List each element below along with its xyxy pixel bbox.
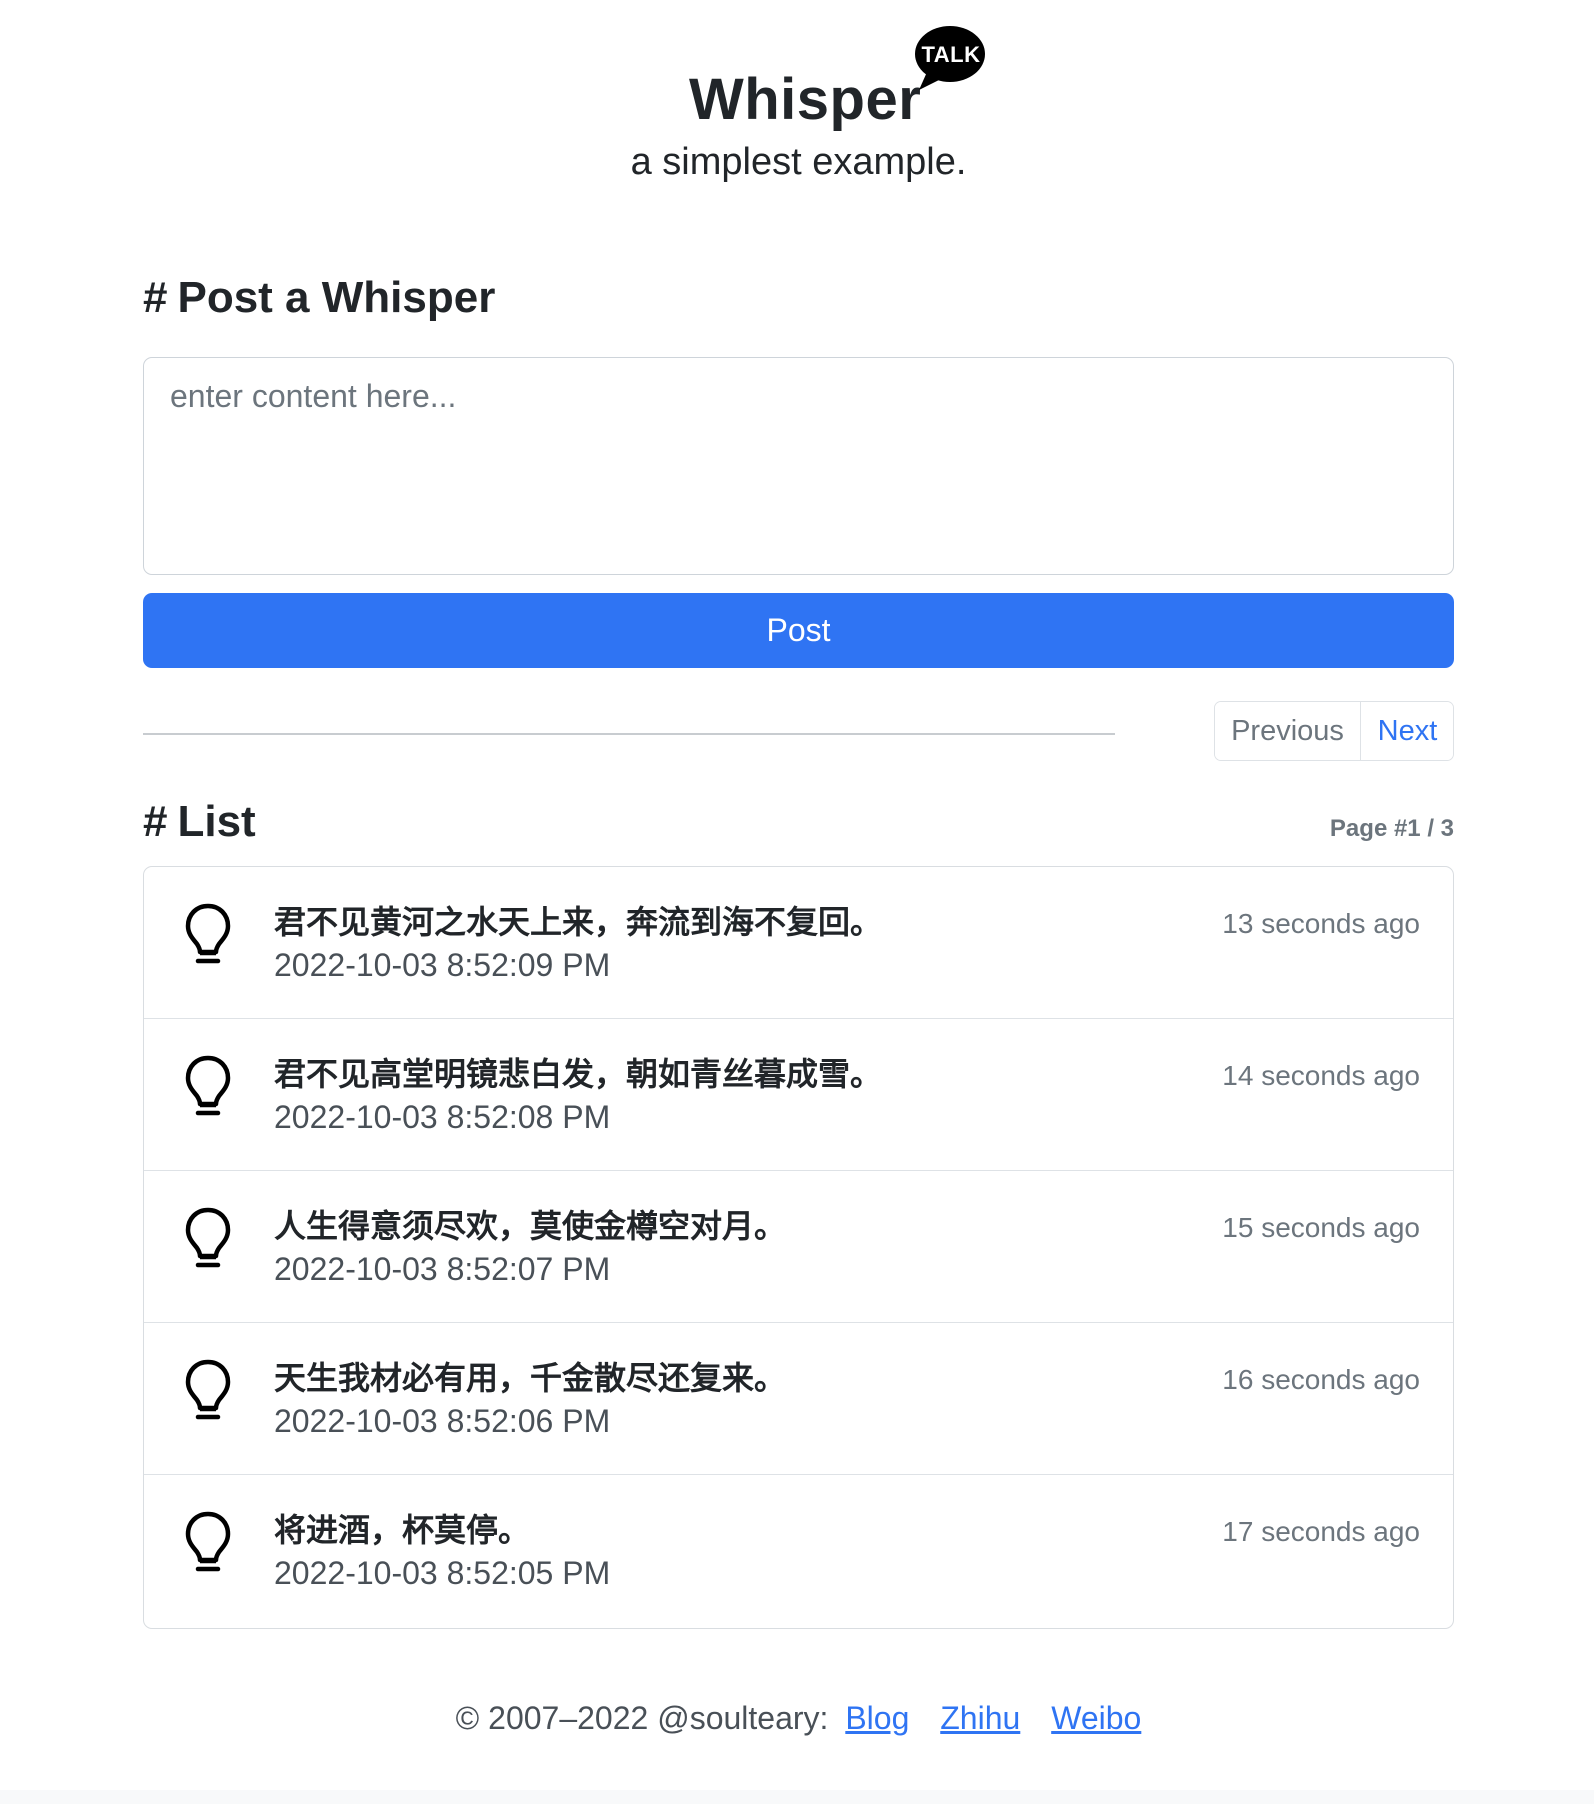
item-relative-time: 14 seconds ago — [1222, 1060, 1420, 1091]
next-page-button[interactable]: Next — [1361, 702, 1453, 760]
heading-hash: # — [143, 273, 168, 322]
whisper-list: 君不见黄河之水天上来，奔流到海不复回。 2022-10-03 8:52:09 P… — [143, 866, 1454, 1629]
item-text: 君不见高堂明镜悲白发，朝如青丝暮成雪。 — [274, 1055, 883, 1093]
item-date: 2022-10-03 8:52:05 PM — [274, 1555, 611, 1591]
previous-page-button[interactable]: Previous — [1215, 702, 1361, 760]
brand-header: Whisper TALK — [143, 20, 1454, 132]
content-input[interactable] — [143, 357, 1454, 575]
item-text: 人生得意须尽欢，莫使金樽空对月。 — [274, 1207, 787, 1245]
lightbulb-icon — [185, 903, 231, 965]
item-date: 2022-10-03 8:52:08 PM — [274, 1099, 611, 1135]
lightbulb-icon — [185, 1055, 231, 1117]
item-relative-time: 15 seconds ago — [1222, 1212, 1420, 1243]
list-item[interactable]: 天生我材必有用，千金散尽还复来。 2022-10-03 8:52:06 PM 1… — [144, 1323, 1453, 1475]
item-text: 君不见黄河之水天上来，奔流到海不复回。 — [274, 903, 883, 941]
list-item[interactable]: 君不见高堂明镜悲白发，朝如青丝暮成雪。 2022-10-03 8:52:08 P… — [144, 1019, 1453, 1171]
post-section-heading: # Post a Whisper — [143, 270, 495, 326]
list-section-heading: # List — [143, 794, 256, 850]
site-title: Whisper — [689, 67, 922, 132]
site-subtitle: a simplest example. — [630, 141, 967, 183]
item-text: 天生我材必有用，千金散尽还复来。 — [274, 1359, 787, 1397]
heading-hash: # — [143, 797, 168, 846]
divider — [143, 733, 1115, 735]
item-date: 2022-10-03 8:52:09 PM — [274, 947, 611, 983]
lightbulb-icon — [185, 1207, 231, 1269]
item-text: 将进酒，杯莫停。 — [274, 1511, 531, 1549]
footer-link-weibo[interactable]: Weibo — [1051, 1700, 1141, 1736]
page-indicator: Page #1 / 3 — [1329, 815, 1454, 842]
lightbulb-icon — [185, 1511, 231, 1573]
item-relative-time: 17 seconds ago — [1222, 1516, 1420, 1547]
pagination: Previous Next — [1214, 701, 1454, 761]
footer: © 2007–2022 @soulteary: Blog Zhihu Weibo — [143, 1698, 1454, 1738]
item-date: 2022-10-03 8:52:06 PM — [274, 1403, 611, 1439]
item-relative-time: 16 seconds ago — [1222, 1364, 1420, 1395]
bottom-strip — [0, 1790, 1594, 1804]
lightbulb-icon — [185, 1359, 231, 1421]
talk-badge: TALK — [921, 42, 981, 67]
post-button[interactable]: Post — [143, 593, 1454, 668]
list-item[interactable]: 人生得意须尽欢，莫使金樽空对月。 2022-10-03 8:52:07 PM 1… — [144, 1171, 1453, 1323]
post-heading-text: Post a Whisper — [177, 273, 496, 322]
footer-link-blog[interactable]: Blog — [845, 1700, 909, 1736]
footer-copyright: © 2007–2022 @soulteary: — [455, 1700, 829, 1736]
item-relative-time: 13 seconds ago — [1222, 908, 1420, 939]
list-item[interactable]: 君不见黄河之水天上来，奔流到海不复回。 2022-10-03 8:52:09 P… — [144, 867, 1453, 1019]
item-date: 2022-10-03 8:52:07 PM — [274, 1251, 611, 1287]
list-item[interactable]: 将进酒，杯莫停。 2022-10-03 8:52:05 PM 17 second… — [144, 1475, 1453, 1627]
list-heading-text: List — [177, 797, 256, 846]
footer-link-zhihu[interactable]: Zhihu — [940, 1700, 1020, 1736]
